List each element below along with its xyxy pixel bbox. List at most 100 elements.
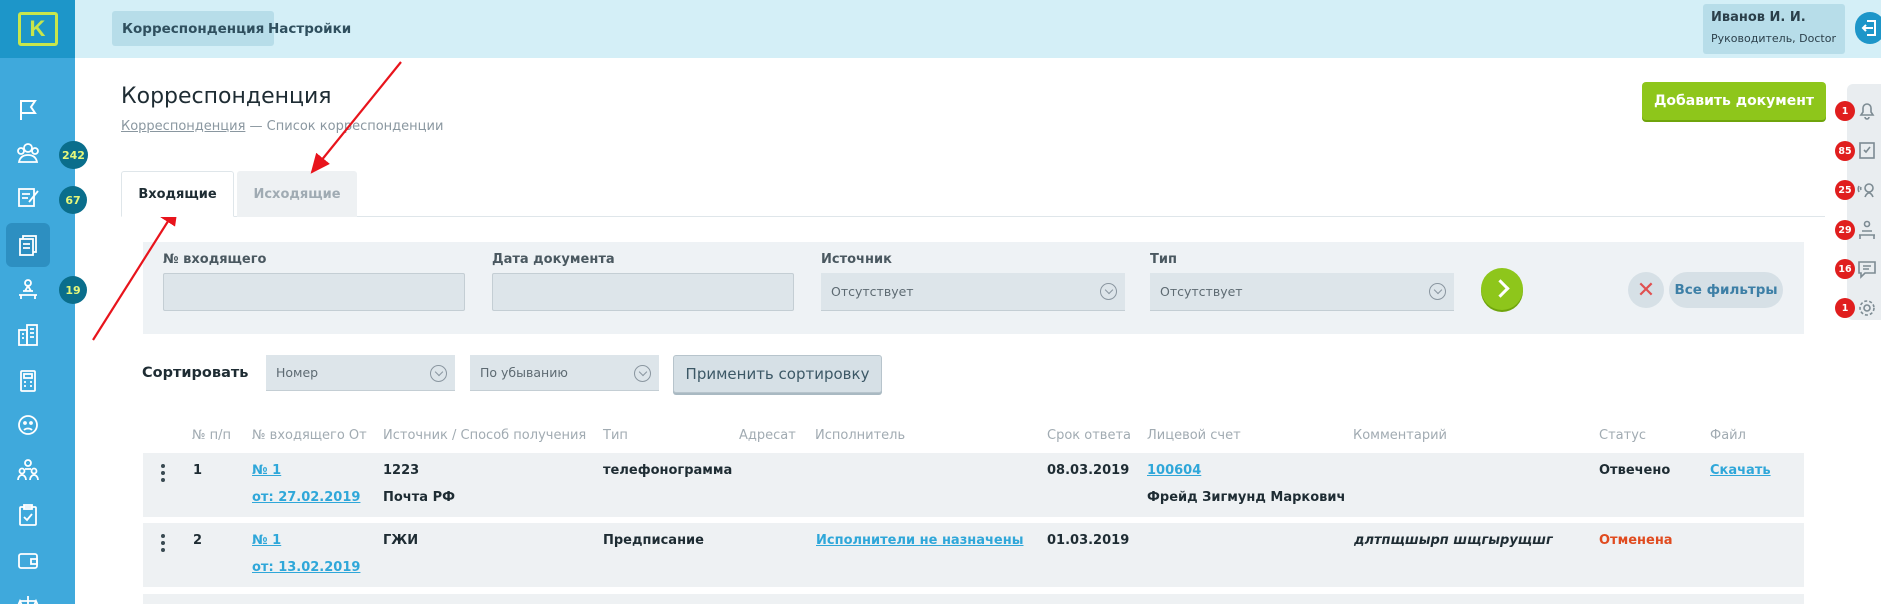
incoming-number-label: № входящего (163, 252, 267, 267)
arrow-to-outgoing-tab (310, 61, 402, 174)
header-deadline: Срок ответа (1047, 428, 1131, 443)
correspondence-icon[interactable] (6, 223, 50, 267)
notifications-badge: 1 (1835, 101, 1855, 121)
apply-sort-button[interactable]: Применить сортировку (673, 355, 882, 393)
type-value: телефонограмма (603, 463, 733, 478)
header-status: Статус (1599, 428, 1647, 443)
tasks-icon[interactable] (6, 175, 50, 219)
sort-order-value: По убыванию (480, 365, 568, 380)
desk-icon[interactable] (1856, 219, 1878, 241)
tab-incoming[interactable]: Входящие (121, 171, 234, 217)
settings-badge: 1 (1835, 298, 1855, 318)
add-document-button[interactable]: Добавить документ (1642, 82, 1826, 120)
logo-area[interactable]: K (0, 0, 75, 58)
header-comment: Комментарий (1353, 428, 1447, 443)
user-role: Руководитель, Doctor (1711, 32, 1836, 45)
page-title: Корреспонденция (121, 84, 332, 109)
account-link[interactable]: 100604 (1147, 463, 1201, 478)
tasks-badge: 85 (1835, 141, 1855, 161)
header-executor: Исполнитель (815, 428, 906, 443)
nav-tab-correspondence[interactable]: Корреспонденция (112, 11, 275, 46)
all-filters-button[interactable]: Все фильтры (1669, 272, 1783, 308)
breadcrumb-link[interactable]: Корреспонденция (121, 119, 245, 134)
chevron-down-icon (634, 365, 651, 382)
clients-icon[interactable] (6, 131, 50, 175)
row-menu-icon[interactable] (161, 464, 165, 482)
table-row[interactable] (143, 594, 1804, 604)
office-icon[interactable] (6, 268, 50, 312)
row-index: 1 (193, 463, 203, 478)
comment-value: длтпщшырп шщгырущшг (1354, 533, 1553, 548)
nav-tab-settings[interactable]: Настройки (258, 11, 361, 46)
table-row[interactable]: 2 № 1 от: 13.02.2019 ГЖИ Предписание Исп… (143, 523, 1804, 587)
status-badge: Отвечено (1599, 463, 1671, 478)
sidebar: K 242 67 19 (0, 0, 88, 604)
type-label: Тип (1150, 252, 1177, 267)
header-incoming-number: № входящего От (252, 428, 367, 443)
header-index: № п/п (192, 428, 232, 443)
incoming-date-link[interactable]: от: 27.02.2019 (252, 490, 360, 505)
chevron-down-icon (1429, 283, 1446, 300)
chat-icon[interactable] (1856, 258, 1878, 280)
sort-field-value: Номер (276, 365, 319, 380)
executor-link[interactable]: Исполнители не назначены (816, 533, 1024, 548)
call-icon[interactable] (1856, 179, 1878, 201)
incoming-date-link[interactable]: от: 13.02.2019 (252, 560, 360, 575)
source-value: 1223 (383, 463, 420, 478)
type-select-value: Отсутствует (1160, 284, 1243, 299)
team-icon[interactable] (6, 448, 50, 492)
clipboard-icon[interactable] (6, 493, 50, 537)
chevron-down-icon (430, 365, 447, 382)
type-select[interactable]: Отсутствует (1150, 273, 1454, 311)
logout-icon[interactable] (1855, 12, 1881, 44)
user-name: Иванов И. И. (1711, 10, 1806, 25)
deadline-value: 08.03.2019 (1047, 463, 1130, 478)
source-label: Источник (821, 252, 892, 267)
source-select[interactable]: Отсутствует (821, 273, 1125, 311)
sort-field-select[interactable]: Номер (266, 355, 455, 391)
incoming-number-input[interactable] (163, 273, 465, 311)
apply-filters-button[interactable] (1481, 268, 1523, 310)
header-addressee: Адресат (739, 428, 796, 443)
status-badge: Отменена (1599, 533, 1673, 548)
bell-icon[interactable] (1856, 99, 1878, 121)
settings-gear-icon[interactable] (1856, 297, 1878, 319)
download-link[interactable]: Скачать (1710, 463, 1771, 478)
app-logo[interactable]: K (17, 12, 58, 46)
sort-label: Сортировать (142, 365, 249, 381)
breadcrumb-current: — Список корреспонденции (249, 119, 444, 134)
breadcrumb: Корреспонденция — Список корреспонденции (121, 119, 443, 134)
sad-face-icon[interactable] (6, 403, 50, 447)
type-value: Предписание (603, 533, 704, 548)
messages-badge: 16 (1835, 259, 1855, 279)
incoming-number-link[interactable]: № 1 (252, 463, 281, 478)
header-type: Тип (603, 428, 628, 443)
tab-outgoing[interactable]: Исходящие (237, 171, 357, 217)
incoming-number-link[interactable]: № 1 (252, 533, 281, 548)
wallet-icon[interactable] (6, 538, 50, 582)
sort-order-select[interactable]: По убыванию (470, 355, 659, 391)
method-value: Почта РФ (383, 490, 455, 505)
calculator-icon[interactable] (6, 359, 50, 403)
task-list-icon[interactable] (1856, 139, 1878, 161)
clear-filters-button[interactable]: ✕ (1628, 272, 1664, 308)
document-date-label: Дата документа (492, 252, 615, 267)
row-menu-icon[interactable] (161, 534, 165, 552)
desk-badge: 29 (1835, 220, 1855, 240)
tasks-count-badge: 67 (59, 186, 87, 214)
document-date-input[interactable] (492, 273, 794, 311)
flag-icon[interactable] (6, 88, 50, 132)
tabs-divider (122, 216, 1825, 217)
header-file: Файл (1710, 428, 1746, 443)
table-row[interactable]: 1 № 1 от: 27.02.2019 1223 Почта РФ телеф… (143, 453, 1804, 517)
building-icon[interactable] (6, 313, 50, 357)
deadline-value: 01.03.2019 (1047, 533, 1130, 548)
header-account: Лицевой счет (1147, 428, 1241, 443)
top-bar: Корреспонденция Настройки (75, 0, 1881, 58)
header-source: Источник / Способ получения (383, 428, 587, 443)
scales-icon[interactable] (6, 584, 50, 604)
row-index: 2 (193, 533, 203, 548)
user-menu[interactable]: Иванов И. И. Руководитель, Doctor (1703, 4, 1845, 54)
chevron-down-icon (1100, 283, 1117, 300)
office-count-badge: 19 (59, 276, 87, 304)
